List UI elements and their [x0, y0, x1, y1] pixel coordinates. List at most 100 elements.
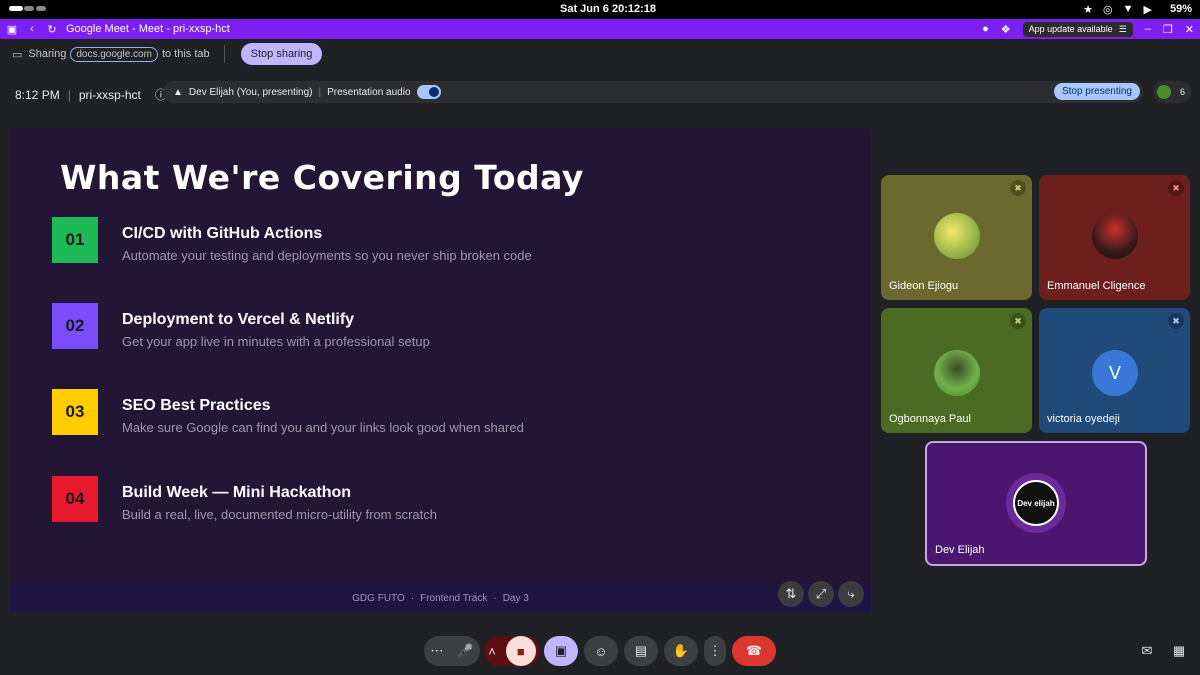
mic-control-group: ⋯ 🎤	[424, 636, 480, 666]
presentation-slide: What We're Covering Today 01 CI/CD with …	[10, 128, 871, 612]
swap-layout-icon[interactable]: ⇅	[778, 581, 804, 607]
close-icon[interactable]: ✕	[1185, 23, 1194, 36]
logo-text: Dev elijah	[1017, 498, 1055, 508]
participant-name: victoria oyedeji	[1047, 413, 1120, 425]
emoji-reactions-button[interactable]: ☺	[584, 636, 618, 666]
chat-button[interactable]: ✉	[1133, 636, 1161, 666]
slide-footer: GDG FUTO · Frontend Track · Day 3	[10, 584, 871, 612]
divider: |	[318, 86, 322, 98]
participant-tile[interactable]: ✖ Gideon Ejiogu	[881, 175, 1032, 300]
emoji-icon: ☺	[594, 643, 608, 659]
agenda-number: 03	[52, 389, 98, 435]
camera-off-icon[interactable]: ■	[505, 636, 536, 666]
agenda-item-subtitle: Build a real, live, documented micro-uti…	[122, 507, 438, 522]
app-update-button[interactable]: App update available ☰	[1022, 21, 1133, 37]
footer-text: Frontend Track	[420, 592, 488, 604]
agenda-item: 01 CI/CD with GitHub Actions Automate yo…	[52, 217, 852, 265]
agenda-item-subtitle: Get your app live in minutes with a prof…	[122, 334, 430, 349]
activities-button[interactable]: ▦	[1165, 636, 1193, 666]
participant-avatar: Dev elijah	[1013, 480, 1059, 526]
mic-icon[interactable]: ●	[982, 23, 989, 35]
participant-tile[interactable]: ✖ Emmanuel Cligence	[1039, 175, 1190, 300]
presentation-audio-label: Presentation audio	[327, 86, 411, 98]
raise-hand-button[interactable]: ✋	[664, 636, 698, 666]
footer-separator: ·	[410, 592, 415, 604]
app-logo-icon: ▣	[6, 23, 18, 36]
footer-text: Day 3	[502, 592, 529, 604]
status-indicator	[9, 6, 23, 11]
captions-icon: ▤	[634, 643, 648, 658]
divider: |	[67, 87, 71, 102]
agenda-number: 04	[52, 476, 98, 522]
present-screen-button[interactable]: ▣	[544, 636, 578, 666]
participant-name: Dev Elijah	[935, 544, 985, 556]
participant-tile[interactable]: ✖ Ogbonnaya Paul	[881, 308, 1032, 433]
slide-title: What We're Covering Today	[60, 158, 584, 197]
agenda-item-title: Build Week — Mini Hackathon	[122, 484, 352, 501]
more-vert-icon: ⋮	[708, 643, 722, 658]
hand-icon: ✋	[672, 643, 690, 658]
tab-title: Google Meet - Meet - pri-xxsp-hct	[66, 23, 230, 35]
microphone-icon[interactable]: 🎤	[457, 643, 473, 659]
chat-icon: ✉	[1141, 643, 1153, 658]
share-icon[interactable]: ⤷	[838, 581, 864, 607]
more-options-icon[interactable]: ⋯	[430, 643, 443, 659]
footer-separator: ·	[493, 592, 497, 604]
sharing-label: Sharing	[28, 48, 67, 60]
system-clock: Sat Jun 6 20:12:18	[560, 3, 656, 15]
participant-avatar	[934, 350, 980, 396]
agenda-number: 02	[52, 303, 98, 349]
stop-presenting-button[interactable]: Stop presenting	[1053, 83, 1140, 100]
system-status-bar: Sat Jun 6 20:12:18 ★ ◎ ▼ ▶ 59%	[0, 0, 1200, 19]
agenda-item-subtitle: Automate your testing and deployments so…	[122, 248, 532, 263]
meeting-controls: ⋯ 🎤 ˄ ■ ▣ ☺ ▤ ✋ ⋮ ☎ ✉ ▦	[0, 632, 1200, 670]
fullscreen-icon[interactable]: ⤢	[808, 581, 834, 607]
participant-avatar	[1092, 213, 1138, 259]
mic-muted-icon: ✖	[1010, 313, 1026, 329]
reload-icon[interactable]: ↻	[44, 23, 60, 36]
present-icon: ▣	[554, 643, 568, 658]
leave-call-button[interactable]: ☎	[732, 636, 776, 666]
volume-icon: ▶	[1143, 4, 1152, 16]
captions-button[interactable]: ▤	[624, 636, 658, 666]
more-options-button[interactable]: ⋮	[704, 636, 726, 666]
meeting-info: 8:12 PM | pri-xxsp-hct ⓘ	[15, 86, 167, 103]
status-indicator	[36, 6, 46, 11]
participants-button[interactable]: 6	[1153, 81, 1191, 103]
camera-control-group: ˄ ■	[484, 636, 540, 666]
shared-domain: docs.google.com	[70, 46, 158, 62]
agenda-number: 01	[52, 217, 98, 263]
agenda-item-title: CI/CD with GitHub Actions	[122, 225, 323, 242]
hang-up-icon: ☎	[745, 643, 763, 658]
apps-grid-icon: ▦	[1172, 643, 1186, 658]
participant-avatar	[934, 213, 980, 259]
wifi-icon: ▼	[1122, 3, 1134, 15]
extensions-icon[interactable]: ❖	[1001, 23, 1011, 36]
sharing-suffix: to this tab	[161, 48, 210, 60]
app-update-label: App update available	[1028, 24, 1113, 34]
participant-count: 6	[1179, 87, 1185, 97]
restore-icon[interactable]: ❐	[1163, 23, 1173, 36]
minimize-icon[interactable]: –	[1145, 23, 1151, 35]
chevron-up-icon[interactable]: ˄	[488, 644, 496, 659]
agenda-item: 03 SEO Best Practices Make sure Google c…	[52, 389, 852, 437]
participant-avatar: V	[1092, 350, 1138, 396]
participant-tile-self[interactable]: Dev elijah Dev Elijah	[925, 441, 1147, 566]
accessibility-icon: ★	[1083, 4, 1094, 16]
presentation-audio-toggle[interactable]	[416, 85, 441, 99]
back-icon[interactable]: ‹	[24, 23, 40, 35]
footer-text: GDG FUTO	[352, 592, 405, 604]
agenda-item: 04 Build Week — Mini Hackathon Build a r…	[52, 476, 852, 524]
participant-tile[interactable]: V ✖ victoria oyedeji	[1039, 308, 1190, 433]
participant-name: Emmanuel Cligence	[1047, 280, 1146, 292]
screen-share-icon: ▭	[12, 48, 23, 61]
presenting-banner: ▲ Dev Elijah (You, presenting) | Present…	[163, 81, 1143, 103]
present-icon: ▲	[173, 86, 183, 98]
meeting-header: 8:12 PM | pri-xxsp-hct ⓘ ▲ Dev Elijah (Y…	[0, 69, 1200, 115]
participant-avatar	[1157, 85, 1171, 99]
participant-name: Gideon Ejiogu	[889, 280, 959, 292]
meeting-code: pri-xxsp-hct	[78, 87, 141, 102]
agenda-item-title: Deployment to Vercel & Netlify	[122, 311, 355, 328]
stop-sharing-button[interactable]: Stop sharing	[240, 43, 323, 65]
meeting-time: 8:12 PM	[15, 87, 60, 102]
